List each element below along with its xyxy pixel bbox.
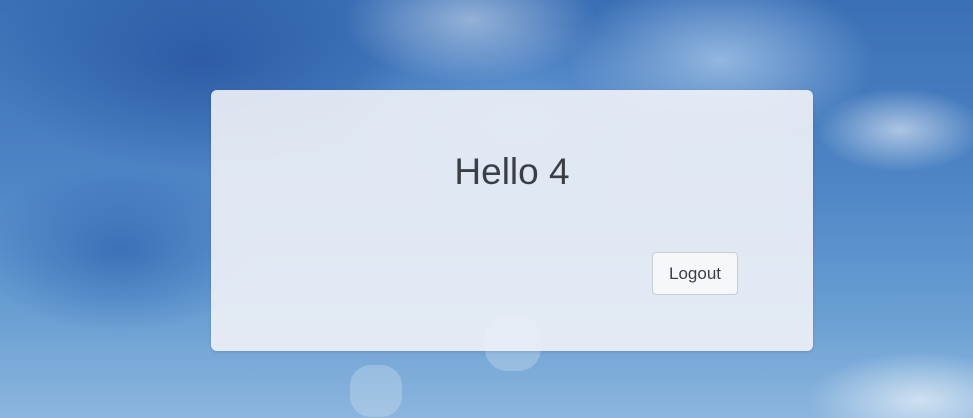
greeting-heading: Hello 4 bbox=[454, 151, 570, 192]
greeting-card: Hello 4 Logout bbox=[211, 90, 813, 351]
background-decoration bbox=[350, 365, 402, 417]
logout-button[interactable]: Logout bbox=[652, 252, 738, 295]
